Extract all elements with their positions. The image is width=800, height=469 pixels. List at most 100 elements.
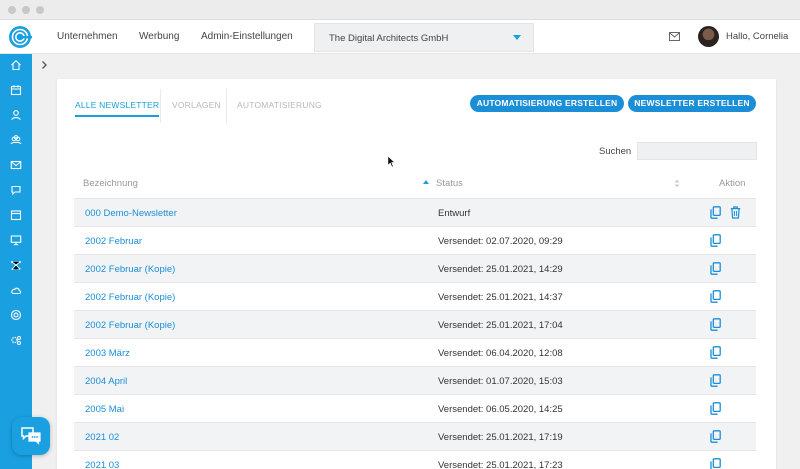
column-header-status[interactable]: Status: [436, 178, 463, 189]
sidebar-item-monitor[interactable]: [0, 229, 32, 251]
mouse-pointer-icon: [387, 155, 396, 168]
table-row: 2004 April Versendet: 01.07.2020, 15:03: [74, 366, 756, 394]
nav-link-werbung[interactable]: Werbung: [139, 31, 179, 42]
monitor-icon: [10, 235, 22, 246]
window-icon: [10, 210, 22, 221]
nav-link-admin-settings[interactable]: Admin-Einstellungen: [201, 31, 293, 42]
search-label: Suchen: [599, 146, 632, 157]
sidebar: [0, 54, 32, 469]
sidebar-item-groups[interactable]: [0, 129, 32, 151]
newsletter-status: Versendet: 25.01.2021, 14:37: [438, 292, 563, 303]
newsletter-name-link[interactable]: 2003 März: [85, 348, 130, 359]
tab-divider: [160, 89, 161, 123]
table-row: 2002 Februar Versendet: 02.07.2020, 09:29: [74, 226, 756, 254]
copy-icon[interactable]: [710, 290, 721, 303]
sidebar-item-support[interactable]: [0, 304, 32, 326]
newsletter-name-link[interactable]: 2005 Mai: [85, 404, 124, 415]
newsletter-panel: ALLE NEWSLETTER VORLAGEN AUTOMATISIERUNG…: [57, 79, 776, 469]
copy-icon[interactable]: [710, 206, 721, 219]
table-row: 2002 Februar (Kopie) Versendet: 25.01.202…: [74, 310, 756, 338]
user-greeting[interactable]: Hallo, Cornelia: [726, 31, 788, 42]
column-header-name[interactable]: Bezeichnung: [83, 178, 138, 189]
contacts-icon: [11, 110, 21, 121]
copy-icon[interactable]: [710, 234, 721, 247]
company-select[interactable]: The Digital Architects GmbH: [314, 23, 534, 52]
table-row: 2005 Mai Versendet: 06.05.2020, 14:25: [74, 394, 756, 422]
sidebar-item-network[interactable]: [0, 254, 32, 276]
chat-icon: [11, 185, 21, 196]
window-titlebar: [0, 0, 800, 20]
sidebar-item-mail[interactable]: [0, 154, 32, 176]
create-automation-button[interactable]: AUTOMATISIERUNG ERSTELLEN: [470, 95, 624, 112]
newsletter-name-link[interactable]: 2004 April: [85, 376, 127, 387]
table-row: 000 Demo-Newsletter Entwurf: [74, 198, 756, 226]
tab-templates[interactable]: VORLAGEN: [172, 100, 221, 110]
column-header-action: Aktion: [719, 178, 746, 189]
sidebar-item-settings[interactable]: [0, 329, 32, 351]
company-select-value: The Digital Architects GmbH: [329, 33, 449, 44]
newsletter-name-link[interactable]: 2002 Februar (Kopie): [85, 320, 175, 331]
window-close-dot[interactable]: [8, 6, 16, 14]
create-newsletter-button[interactable]: NEWSLETTER ERSTELLEN: [628, 95, 756, 112]
newsletter-status: Entwurf: [438, 208, 471, 219]
search-input[interactable]: [637, 142, 757, 160]
tab-divider: [226, 89, 227, 123]
table-row: 2002 Februar (Kopie) Versendet: 25.01.202…: [74, 254, 756, 282]
sidebar-item-home[interactable]: [0, 54, 32, 76]
copy-icon[interactable]: [710, 430, 721, 443]
tab-all-newsletters[interactable]: ALLE NEWSLETTER: [75, 100, 160, 117]
network-icon: [11, 261, 21, 270]
newsletter-name-link[interactable]: 2002 Februar: [85, 236, 142, 247]
chevron-right-icon[interactable]: [39, 60, 49, 70]
top-navigation: Unternehmen Werbung Admin-Einstellungen …: [0, 20, 800, 54]
tab-automation[interactable]: AUTOMATISIERUNG: [237, 100, 322, 110]
newsletter-name-link[interactable]: 000 Demo-Newsletter: [85, 208, 177, 219]
groups-icon: [10, 135, 22, 145]
cloud-icon: [11, 287, 22, 295]
copy-icon[interactable]: [710, 346, 721, 359]
copy-icon[interactable]: [710, 318, 721, 331]
newsletter-name-link[interactable]: 2002 Februar (Kopie): [85, 292, 175, 303]
table-row: 2002 Februar (Kopie) Versendet: 25.01.202…: [74, 282, 756, 310]
chat-bubbles-icon: [21, 427, 41, 445]
mail-icon: [10, 160, 22, 170]
window-minimize-dot[interactable]: [22, 6, 30, 14]
table-row: 2021 02 Versendet: 25.01.2021, 17:19: [74, 422, 756, 450]
newsletter-status: Versendet: 25.01.2021, 17:04: [438, 320, 563, 331]
copy-icon[interactable]: [710, 374, 721, 387]
copy-icon[interactable]: [710, 458, 721, 469]
newsletter-status: Versendet: 25.01.2021, 17:19: [438, 432, 563, 443]
support-icon: [10, 309, 22, 321]
newsletter-status: Versendet: 06.05.2020, 14:25: [438, 404, 563, 415]
copy-icon[interactable]: [710, 262, 721, 275]
sidebar-item-chat[interactable]: [0, 179, 32, 201]
trash-icon[interactable]: [730, 206, 741, 219]
window-zoom-dot[interactable]: [36, 6, 44, 14]
calendar-icon: [10, 85, 22, 96]
live-chat-button[interactable]: [12, 417, 50, 455]
newsletter-status: Versendet: 25.01.2021, 17:23: [438, 460, 563, 469]
sidebar-item-cloud[interactable]: [0, 279, 32, 301]
newsletter-name-link[interactable]: 2021 03: [85, 460, 119, 469]
home-icon: [11, 60, 21, 71]
newsletter-name-link[interactable]: 2002 Februar (Kopie): [85, 264, 175, 275]
sort-ascending-icon[interactable]: [423, 180, 429, 184]
sidebar-item-calendar[interactable]: [0, 79, 32, 101]
newsletter-status: Versendet: 02.07.2020, 09:29: [438, 236, 563, 247]
avatar[interactable]: [698, 26, 719, 47]
table-row: 2021 03 Versendet: 25.01.2021, 17:23: [74, 450, 756, 469]
newsletter-status: Versendet: 25.01.2021, 14:29: [438, 264, 563, 275]
mail-icon[interactable]: [669, 32, 680, 41]
copy-icon[interactable]: [710, 402, 721, 415]
brand-logo-icon[interactable]: [8, 25, 32, 49]
newsletter-status: Versendet: 06.04.2020, 12:08: [438, 348, 563, 359]
settings-icon: [11, 336, 21, 345]
sidebar-item-window[interactable]: [0, 204, 32, 226]
nav-link-unternehmen[interactable]: Unternehmen: [57, 31, 118, 42]
sort-icon[interactable]: [674, 179, 680, 188]
caret-down-icon: [513, 35, 521, 40]
table-row: 2003 März Versendet: 06.04.2020, 12:08: [74, 338, 756, 366]
newsletter-status: Versendet: 01.07.2020, 15:03: [438, 376, 563, 387]
sidebar-item-contacts[interactable]: [0, 104, 32, 126]
newsletter-name-link[interactable]: 2021 02: [85, 432, 119, 443]
